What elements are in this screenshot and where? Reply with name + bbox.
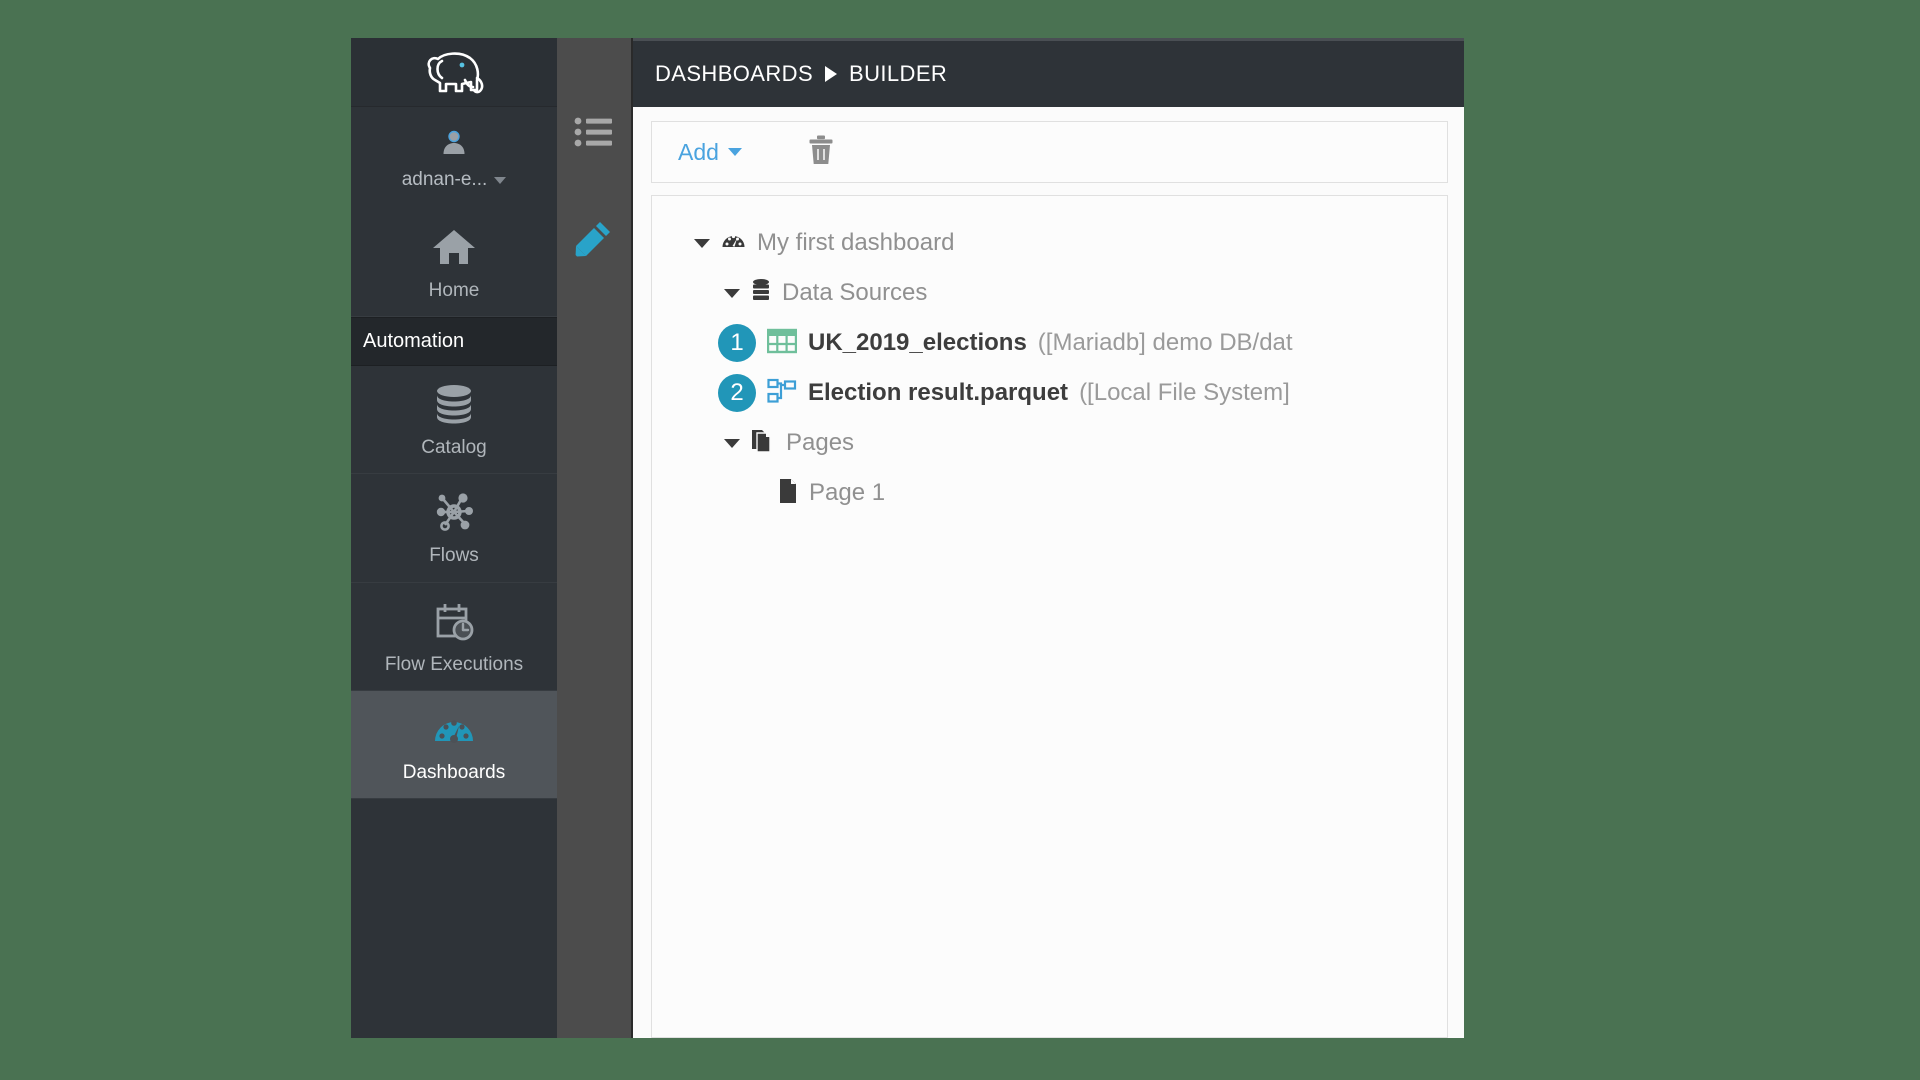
dashboard-tree-panel: My first dashboard Data Sources 1 UK_201… [651,195,1448,1038]
user-name-row[interactable]: adnan-e... [402,169,507,191]
breadcrumb: DASHBOARDS BUILDER [655,61,947,87]
sidebar-item-catalog[interactable]: Catalog [351,366,557,475]
builder-toolbar: Add [651,121,1448,183]
tree-node-dashboard[interactable]: My first dashboard [652,218,1447,268]
tree-node-pages[interactable]: Pages [652,418,1447,468]
tree-node-label: Page 1 [809,479,886,506]
sidebar-item-label: Catalog [421,437,487,459]
user-avatar-icon [441,129,467,160]
user-name-label: adnan-e... [401,169,488,190]
add-button[interactable]: Add [678,139,742,166]
tree-node-label: Data Sources [782,279,928,306]
sidebar-item-label: Dashboards [402,761,506,783]
content-body: Add My first dashboard Data Sources 1 UK… [633,107,1464,1038]
sidebar-section-automation: Automation [351,317,557,367]
document-icon [778,478,798,509]
app-logo[interactable] [351,38,557,107]
tree-node-data-sources[interactable]: Data Sources [652,268,1447,318]
gauge-icon [721,228,746,258]
tree-node-datasource[interactable]: 2 Election result.parquet ([Local File S… [652,368,1447,418]
gauge-icon [431,707,477,751]
breadcrumb-root[interactable]: DASHBOARDS [655,61,813,87]
list-icon[interactable] [574,116,614,153]
add-button-label: Add [678,138,719,165]
tree-node-page[interactable]: Page 1 [652,468,1447,518]
top-bar: DASHBOARDS BUILDER [633,38,1464,107]
tree-node-label: Pages [786,429,855,456]
sidebar-item-label: Flows [429,545,479,567]
caret-down-icon[interactable] [724,438,740,448]
pencil-icon[interactable] [575,219,613,262]
step-badge: 2 [718,374,756,412]
elephant-logo-icon [416,48,492,96]
trash-icon[interactable] [808,135,834,170]
home-icon [431,225,477,269]
caret-down-icon[interactable] [724,288,740,298]
sidebar-item-flow-executions[interactable]: Flow Executions [351,583,557,691]
tool-rail [557,38,633,1038]
sidebar-item-home[interactable]: Home [351,209,557,318]
database-icon [751,278,771,309]
sidebar-item-label: Flow Executions [384,653,524,675]
database-icon [431,382,477,426]
sitemap-icon [767,378,797,409]
chevron-down-icon [727,148,742,156]
tree-node-datasource[interactable]: 1 UK_2019_elections ([Mariadb] demo DB/d… [652,318,1447,368]
left-sidebar: adnan-e... Home Automation Catalog Flows… [351,38,557,1038]
calendar-clock-icon [431,599,477,643]
sidebar-item-dashboards[interactable]: Dashboards [351,690,557,799]
application-window: adnan-e... Home Automation Catalog Flows… [351,38,1464,1038]
datasource-meta: ([Mariadb] demo DB/dat [1037,329,1293,356]
content-column: DASHBOARDS BUILDER Add My first dashboar… [633,38,1464,1038]
sidebar-item-label: Home [428,280,480,301]
user-menu[interactable]: adnan-e... [351,107,557,209]
datasource-name: UK_2019_elections [808,329,1027,356]
triangle-right-icon [825,66,838,82]
caret-down-icon[interactable] [694,238,710,248]
network-nodes-icon [431,490,477,534]
chevron-down-icon [494,176,507,184]
tree-node-label: My first dashboard [757,229,955,256]
table-grid-icon [766,328,798,359]
datasource-meta: ([Local File System] [1079,379,1290,406]
breadcrumb-current: BUILDER [849,61,948,86]
sidebar-item-flows[interactable]: Flows [351,474,557,583]
datasource-name: Election result.parquet [808,379,1069,406]
copy-pages-icon [751,428,775,459]
step-badge: 1 [718,324,756,362]
